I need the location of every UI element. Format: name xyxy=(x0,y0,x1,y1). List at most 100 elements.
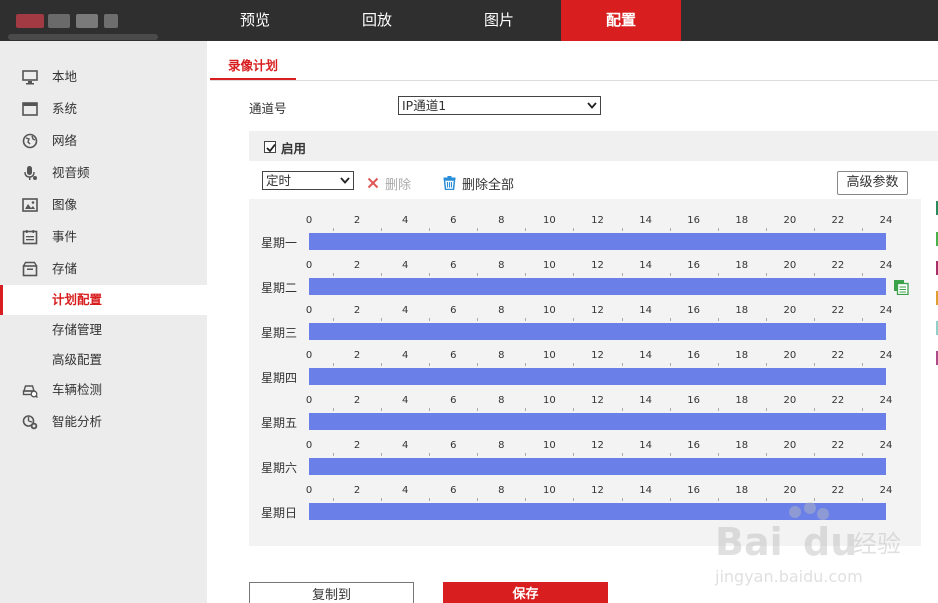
hour-tick-mark xyxy=(381,318,383,321)
hour-tick-mark xyxy=(765,453,767,456)
day-label: 星期二 xyxy=(261,281,298,295)
tab-configuration[interactable]: 配置 xyxy=(561,0,681,41)
time-tick-label: 0 xyxy=(305,440,313,451)
sidebar-item-storage-management[interactable]: 存储管理 xyxy=(0,315,207,345)
hour-tick-mark xyxy=(717,408,719,411)
time-tick-label: 6 xyxy=(450,305,457,316)
time-tick-label: 18 xyxy=(735,395,749,406)
hour-tick-mark xyxy=(813,228,815,231)
time-tick-label: 12 xyxy=(591,350,604,361)
sidebar-item-event[interactable]: 事件 xyxy=(0,222,207,252)
hour-tick-mark xyxy=(765,318,767,321)
hour-tick-mark xyxy=(717,273,719,276)
advanced-parameters-button[interactable]: 高级参数 xyxy=(837,171,908,195)
hour-tick-mark xyxy=(525,408,527,411)
hour-tick-mark xyxy=(621,498,623,501)
hour-tick-mark xyxy=(429,498,431,501)
time-tick-label: 24 xyxy=(879,305,893,316)
record-mode-select[interactable]: 定时 xyxy=(262,171,354,190)
time-tick-label: 18 xyxy=(735,260,749,271)
hour-tick-mark xyxy=(333,273,335,276)
top-navigation-bar: 预览 回放 图片 配置 xyxy=(0,0,938,41)
time-tick-label: 8 xyxy=(498,260,505,271)
tab-playback[interactable]: 回放 xyxy=(317,0,437,41)
hour-tick-mark xyxy=(861,273,863,276)
time-tick-label: 16 xyxy=(687,440,701,451)
sidebar-item-smart-analysis[interactable]: 智能分析 xyxy=(0,407,207,437)
time-tick-label: 18 xyxy=(735,215,749,226)
tab-record-schedule[interactable]: 录像计划 xyxy=(210,56,296,80)
time-tick-label: 24 xyxy=(879,260,893,271)
hour-tick-mark xyxy=(621,273,623,276)
time-tick-label: 20 xyxy=(783,440,797,451)
hour-tick-mark xyxy=(573,453,575,456)
tab-preview[interactable]: 预览 xyxy=(195,0,315,41)
time-tick-label: 10 xyxy=(543,485,556,496)
sidebar-item-label: 图像 xyxy=(52,197,78,212)
time-tick-label: 10 xyxy=(543,395,556,406)
hour-tick-mark xyxy=(573,318,575,321)
time-tick-label: 14 xyxy=(639,440,652,451)
hour-tick-mark xyxy=(525,498,527,501)
chevron-down-icon xyxy=(340,177,350,184)
sidebar-item-label: 车辆检测 xyxy=(52,382,103,397)
hour-tick-mark xyxy=(717,228,719,231)
time-tick-label: 0 xyxy=(305,215,313,226)
sidebar-item-image[interactable]: 图像 xyxy=(0,190,207,220)
sidebar-item-storage[interactable]: 存储 xyxy=(0,254,207,284)
time-tick-label: 2 xyxy=(353,215,361,226)
enable-checkbox[interactable] xyxy=(264,141,276,153)
schedule-time-bar[interactable] xyxy=(309,413,886,430)
save-button[interactable]: 保存 xyxy=(443,582,608,603)
sidebar-item-schedule-config[interactable]: 计划配置 xyxy=(0,285,207,315)
time-tick-label: 6 xyxy=(450,485,457,496)
time-tick-label: 10 xyxy=(543,305,556,316)
copy-to-button[interactable]: 复制到 xyxy=(249,582,414,603)
hour-tick-mark xyxy=(573,408,575,411)
sidebar-item-advanced-config[interactable]: 高级配置 xyxy=(0,345,207,375)
hour-tick-mark xyxy=(525,273,527,276)
copy-to-label: 复制到 xyxy=(311,588,351,603)
sidebar-item-local[interactable]: 本地 xyxy=(0,62,207,92)
hour-tick-mark xyxy=(861,453,863,456)
hour-tick-mark xyxy=(765,273,767,276)
hour-tick-mark xyxy=(429,228,431,231)
schedule-time-bar[interactable] xyxy=(309,503,886,520)
sidebar-item-system[interactable]: 系统 xyxy=(0,94,207,124)
time-tick-label: 4 xyxy=(401,305,409,316)
hour-tick-mark xyxy=(669,318,671,321)
hour-tick-mark xyxy=(333,498,335,501)
channel-select[interactable]: IP通道1 xyxy=(398,96,601,115)
sidebar: 本地 系统 网络 视音频 图像 事件 存储 计划配置 存储管理 高级配置 车辆检… xyxy=(0,41,207,603)
time-tick-label: 10 xyxy=(543,350,556,361)
hour-tick-mark xyxy=(333,363,335,366)
schedule-time-bar[interactable] xyxy=(309,458,886,475)
hour-tick-mark xyxy=(861,408,863,411)
time-tick-label: 12 xyxy=(591,305,604,316)
copy-schedule-icon[interactable] xyxy=(893,279,909,295)
sidebar-item-vehicle-detection[interactable]: 车辆检测 xyxy=(0,375,207,405)
sidebar-item-label: 智能分析 xyxy=(52,414,103,429)
hour-tick-mark xyxy=(621,453,623,456)
sidebar-item-network[interactable]: 网络 xyxy=(0,126,207,156)
time-tick-label: 0 xyxy=(305,350,313,361)
hour-tick-mark xyxy=(765,498,767,501)
time-tick-label: 8 xyxy=(498,485,505,496)
hour-tick-mark xyxy=(861,318,863,321)
hour-tick-mark xyxy=(429,363,431,366)
hour-tick-mark xyxy=(765,363,767,366)
hour-tick-mark xyxy=(381,408,383,411)
enable-row: 启用 xyxy=(249,131,938,161)
time-tick-label: 22 xyxy=(831,485,845,496)
time-tick-label: 0 xyxy=(305,485,313,496)
tab-picture[interactable]: 图片 xyxy=(439,0,559,41)
schedule-time-bar[interactable] xyxy=(309,368,886,385)
schedule-time-bar[interactable] xyxy=(309,233,886,250)
hour-tick-mark xyxy=(477,228,479,231)
time-tick-label: 4 xyxy=(401,350,409,361)
sidebar-item-label: 系统 xyxy=(52,101,78,116)
sidebar-item-video-audio[interactable]: 视音频 xyxy=(0,158,207,188)
schedule-time-bar[interactable] xyxy=(309,323,886,340)
time-tick-label: 16 xyxy=(687,350,701,361)
schedule-time-bar[interactable] xyxy=(309,278,886,295)
